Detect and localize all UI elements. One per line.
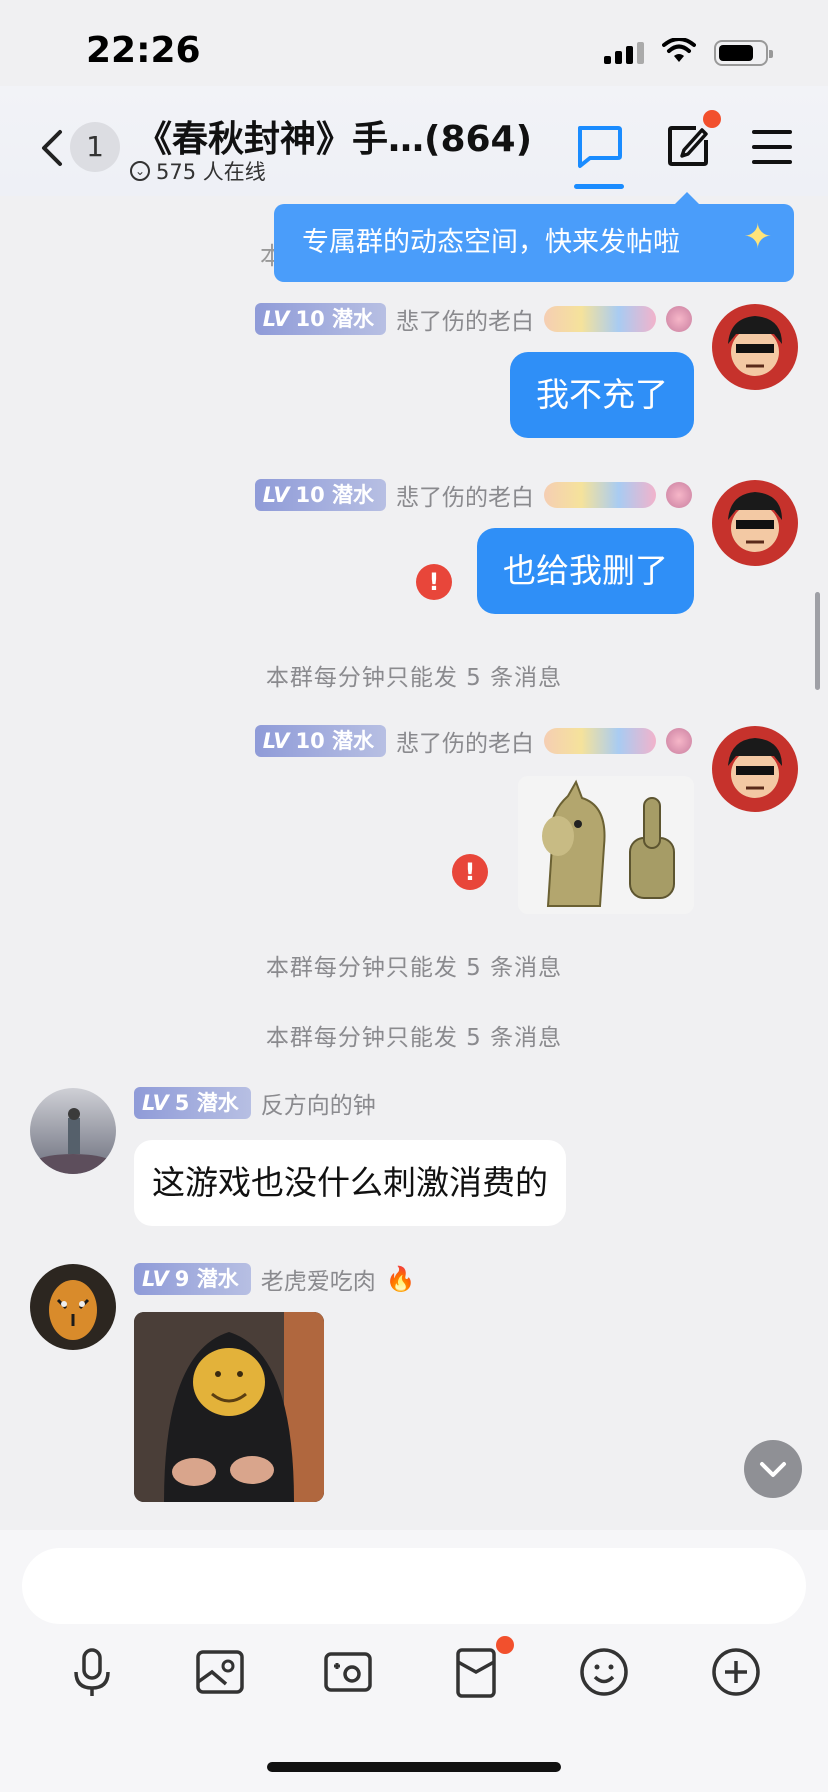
chat-tab-icon[interactable] [574,124,624,174]
user-avatar[interactable] [30,1088,116,1174]
level-badge: LV 10 潜水 [254,303,386,335]
chevron-down-circle-icon: ⌄ [130,161,150,181]
user-avatar[interactable] [30,1264,116,1350]
sender-nickname[interactable]: 悲了伤的老白 [396,302,534,336]
microphone-icon[interactable] [64,1644,120,1700]
sender-nickname[interactable]: 悲了伤的老白 [396,724,534,758]
send-failed-icon[interactable]: ! [416,564,452,600]
gem-badge-icon [666,482,692,508]
system-message: 本群每分钟只能发 5 条消息 [265,955,563,981]
tooltip-text: 专属群的动态空间，快来发帖啦 [302,227,680,258]
send-failed-icon[interactable]: ! [452,854,488,890]
red-packet-icon[interactable] [448,1644,504,1700]
system-message: 本群每分钟只能发 5 条消息 [265,665,563,691]
emoji-icon[interactable] [576,1644,632,1700]
post-space-tooltip[interactable]: 专属群的动态空间，快来发帖啦 ✦ [274,204,794,282]
sender-info: LV 10 潜水 悲了伤的老白 [254,302,692,336]
message-bubble[interactable]: 我不充了 [510,352,694,438]
scroll-to-bottom-button[interactable] [744,1440,802,1498]
sparkle-icon: ✦ [743,217,773,257]
sender-info: LV 5 潜水 反方向的钟 [134,1086,376,1120]
sender-nickname[interactable]: 悲了伤的老白 [396,478,534,512]
status-time: 22:26 [86,30,201,71]
gem-badge-icon [666,728,692,754]
fire-icon: 🔥 [385,1265,416,1293]
group-title[interactable]: 《春秋封神》手…(864) [136,110,532,162]
hooded-smiley-clapping-sticker[interactable] [134,1312,324,1502]
level-badge: LV 9 潜水 [134,1263,251,1295]
sender-nickname[interactable]: 老虎爱吃肉 [261,1262,376,1296]
decoration-badge [544,482,656,508]
post-edit-icon[interactable] [666,124,710,172]
unread-count-badge[interactable]: 1 [70,122,120,172]
scrollbar-thumb[interactable] [815,592,820,690]
decoration-badge [544,728,656,754]
sender-nickname[interactable]: 反方向的钟 [261,1086,376,1120]
sender-info: LV 10 潜水 悲了伤的老白 [254,724,692,758]
post-notification-dot [703,110,721,128]
red-packet-notification-dot [496,1636,514,1654]
message-bubble[interactable]: 也给我删了 [477,528,694,614]
message-bubble[interactable]: 这游戏也没什么刺激消费的 [134,1140,566,1226]
home-indicator [267,1762,561,1772]
wifi-icon [662,37,696,68]
message-input[interactable] [22,1548,806,1624]
level-badge: LV 5 潜水 [134,1087,251,1119]
plus-icon[interactable] [708,1644,764,1700]
image-icon[interactable] [192,1644,248,1700]
gem-badge-icon [666,306,692,332]
self-avatar[interactable] [712,304,798,390]
battery-icon [714,40,773,66]
active-tab-indicator [574,184,624,189]
menu-icon[interactable] [752,130,792,175]
camera-icon[interactable] [320,1644,376,1700]
self-avatar[interactable] [712,480,798,566]
level-badge: LV 10 潜水 [254,479,386,511]
decoration-badge [544,306,656,332]
online-count-text: 575 人在线 [156,160,266,184]
sender-info: LV 10 潜水 悲了伤的老白 [254,478,692,512]
self-avatar[interactable] [712,726,798,812]
horse-thumbs-up-sticker[interactable] [518,776,694,914]
online-status[interactable]: ⌄ 575 人在线 [130,156,266,186]
system-message: 本群每分钟只能发 5 条消息 [265,1025,563,1051]
cellular-signal-icon [604,42,644,64]
back-icon[interactable] [38,128,64,172]
sender-info: LV 9 潜水 老虎爱吃肉 🔥 [134,1262,416,1296]
level-badge: LV 10 潜水 [254,725,386,757]
